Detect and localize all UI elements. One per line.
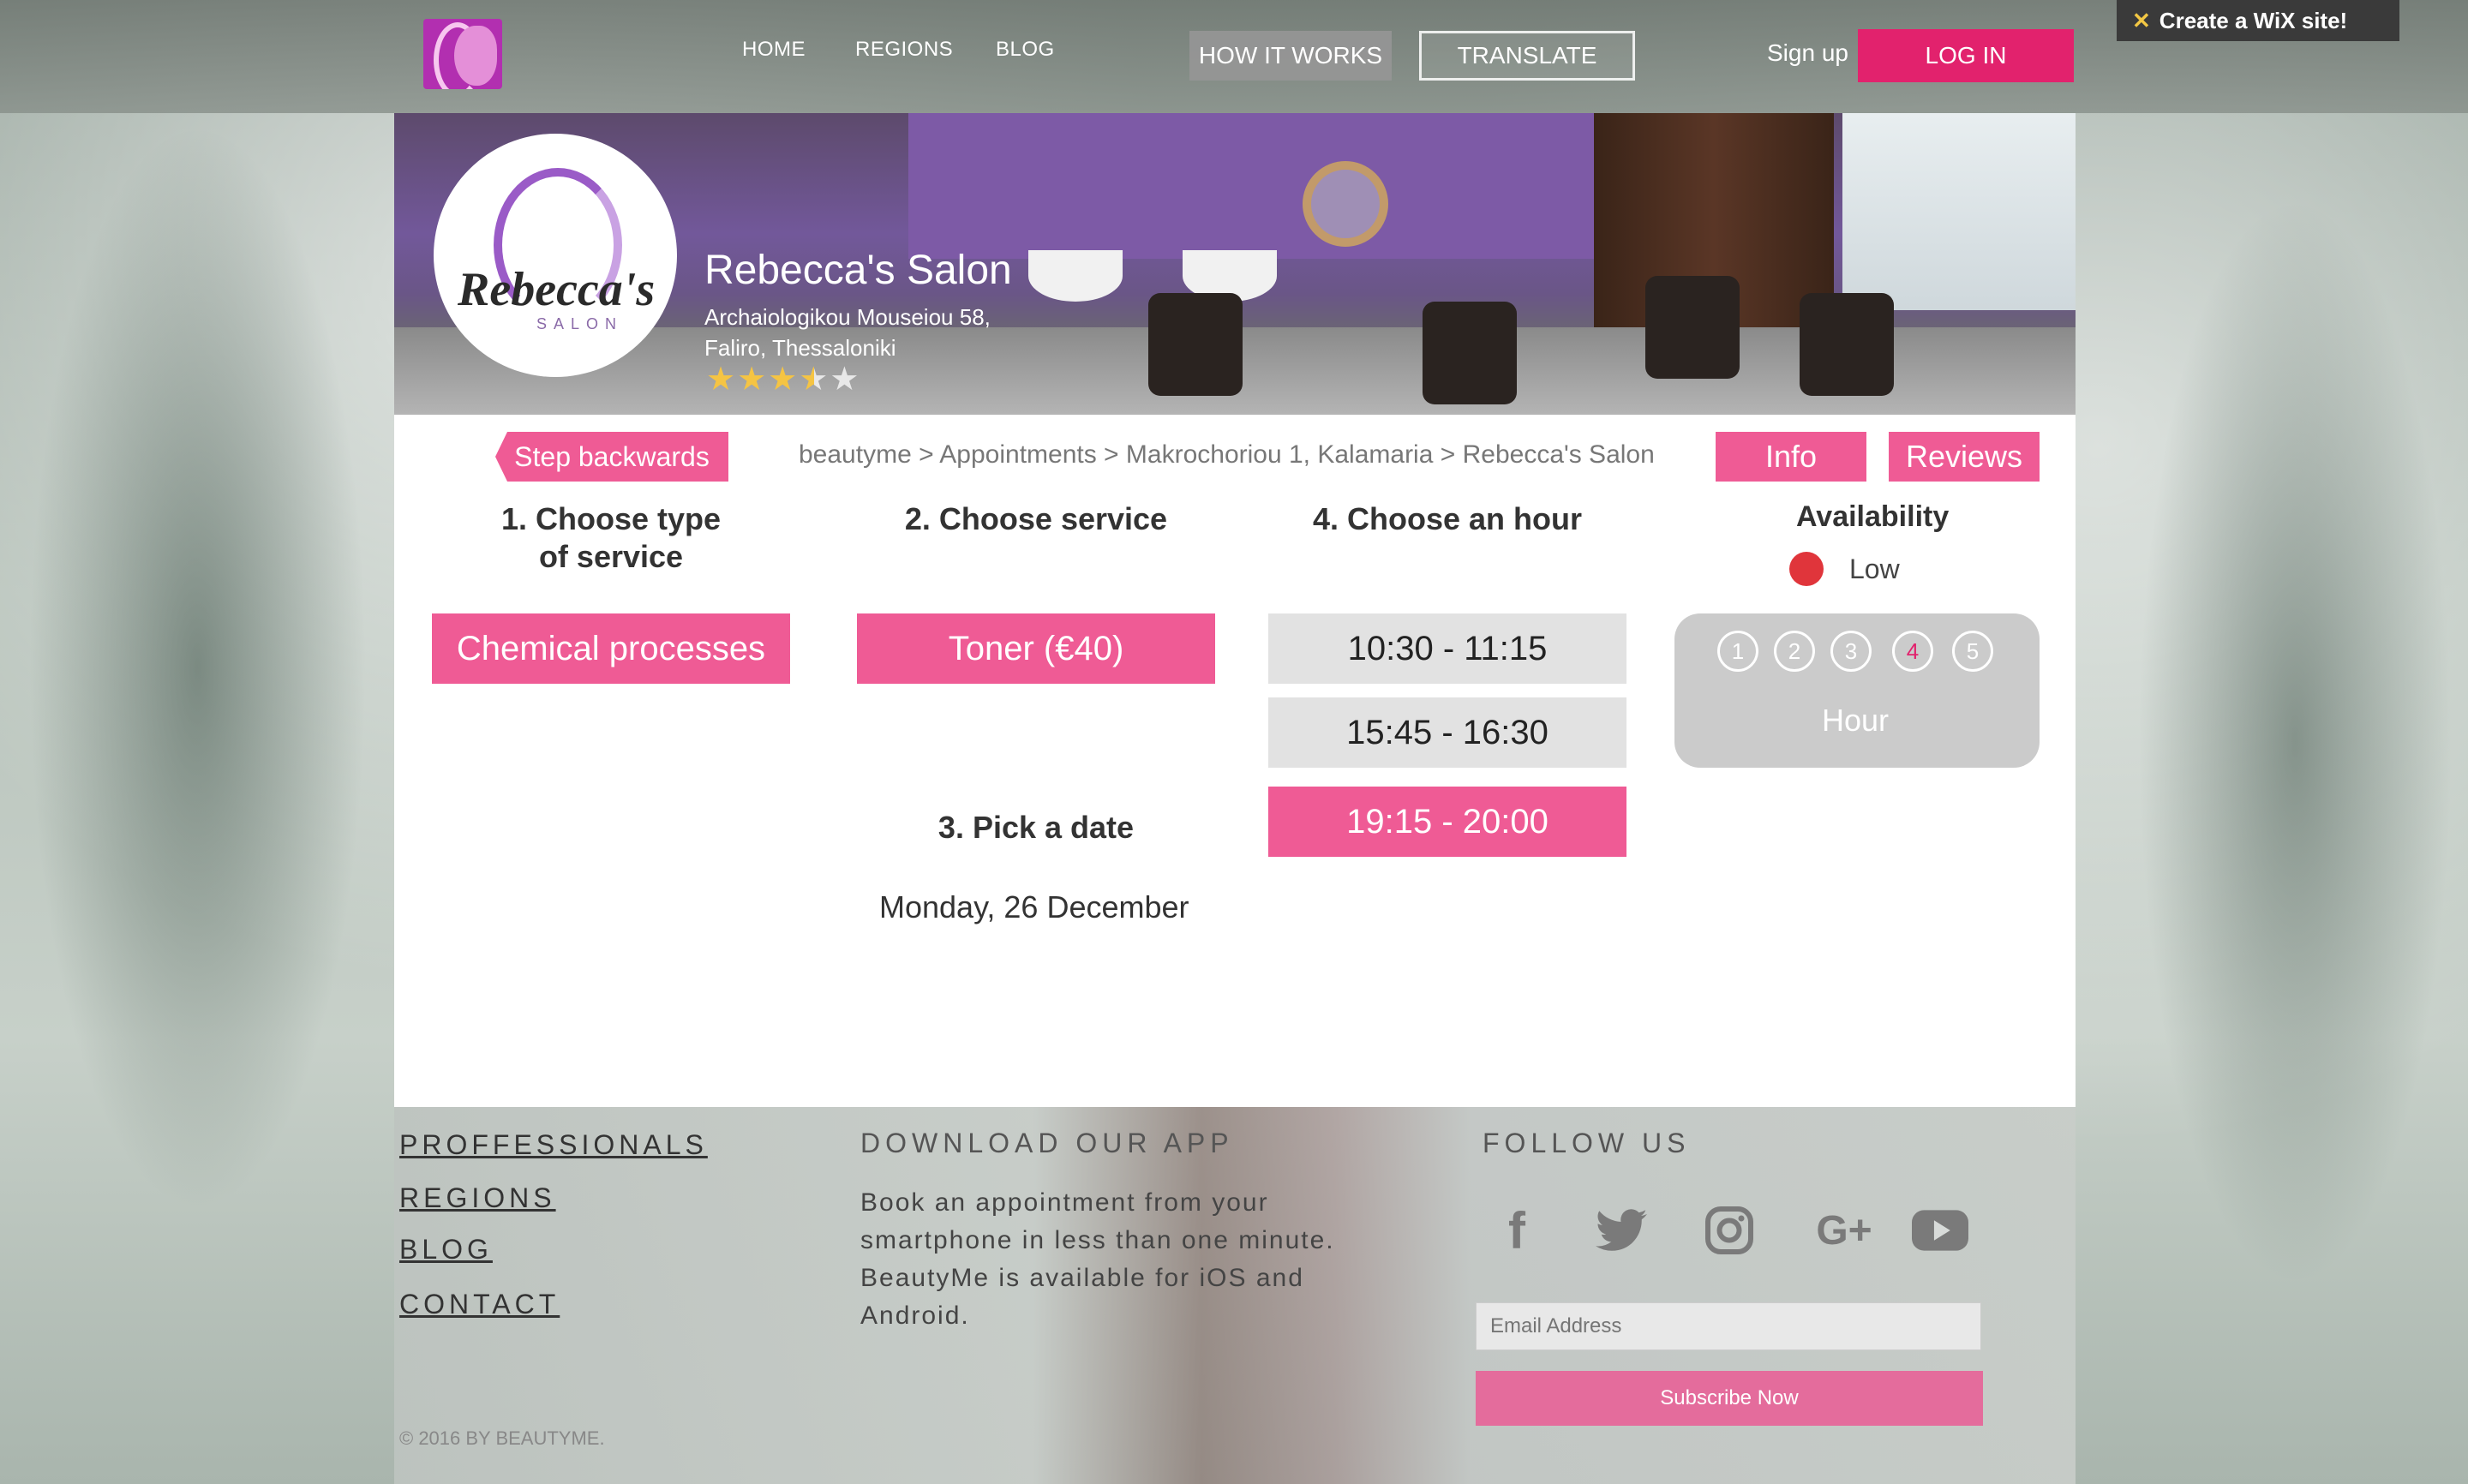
star-icon: ★	[768, 362, 800, 398]
info-button[interactable]: Info	[1716, 432, 1866, 482]
hour-label: Hour	[1822, 703, 1890, 738]
salon-address-line1: Archaiologikou Mouseiou 58,	[704, 304, 991, 330]
salon-name: Rebecca's Salon	[704, 248, 1012, 293]
hour-slot[interactable]: 10:30 - 11:15	[1268, 613, 1626, 684]
step3-heading: 3. Pick a date	[937, 810, 1135, 845]
subscribe-button[interactable]: Subscribe Now	[1476, 1371, 1983, 1426]
google-plus-icon[interactable]: G+	[1801, 1196, 1887, 1265]
footer-link-contact[interactable]: CONTACT	[399, 1289, 560, 1320]
footer-link-professionals[interactable]: PROFFESSIONALS	[399, 1129, 708, 1161]
wix-x-icon: ✕	[2132, 7, 2151, 33]
footer-link-regions[interactable]: REGIONS	[399, 1182, 556, 1214]
hour-number-3[interactable]: 3	[1830, 631, 1872, 672]
wix-banner-label: Create a WiX site!	[2159, 7, 2348, 33]
hour-number-2[interactable]: 2	[1774, 631, 1815, 672]
how-it-works-button[interactable]: HOW IT WORKS	[1189, 31, 1392, 81]
nav-blog-link[interactable]: BLOG	[996, 38, 1055, 62]
twitter-icon[interactable]	[1587, 1196, 1656, 1265]
youtube-icon[interactable]	[1906, 1196, 1974, 1265]
service-toner[interactable]: Toner (€40)	[857, 613, 1215, 684]
half-star-icon: ★	[799, 362, 830, 398]
step1-heading-line2: of service	[538, 539, 684, 574]
download-app-title: DOWNLOAD OUR APP	[860, 1128, 1234, 1158]
salon-logo-text: Rebecca's	[458, 263, 656, 316]
email-field[interactable]	[1476, 1302, 1981, 1350]
salon-rating: ★★★★★	[706, 360, 860, 398]
log-in-button[interactable]: LOG IN	[1858, 29, 2074, 82]
salon-logo: Rebecca's SALON	[434, 134, 677, 377]
reviews-button[interactable]: Reviews	[1889, 432, 2040, 482]
availability-indicator-dot	[1789, 552, 1824, 586]
hour-number-1[interactable]: 1	[1717, 631, 1758, 672]
salon-logo-subtext: SALON	[536, 315, 624, 332]
download-app-text: Book an appointment from your smartphone…	[860, 1188, 1335, 1330]
site-logo-icon[interactable]	[423, 19, 502, 89]
availability-level: Low	[1849, 554, 1900, 584]
translate-button[interactable]: TRANSLATE	[1419, 31, 1635, 81]
hour-number-4[interactable]: 4	[1892, 631, 1933, 672]
star-icon: ★	[737, 362, 769, 398]
star-icon: ★	[830, 362, 861, 398]
nav-home-link[interactable]: HOME	[742, 38, 806, 62]
facebook-icon[interactable]: f	[1483, 1196, 1551, 1265]
step-backwards-button[interactable]: Step backwards	[495, 432, 728, 482]
service-type-chemical-processes[interactable]: Chemical processes	[432, 613, 790, 684]
step2-heading: 2. Choose service	[904, 501, 1168, 536]
instagram-icon[interactable]	[1695, 1196, 1764, 1265]
hour-slot[interactable]: 15:45 - 16:30	[1268, 697, 1626, 768]
wix-banner[interactable]: ✕ Create a WiX site!	[2117, 0, 2399, 41]
sign-up-link[interactable]: Sign up	[1767, 39, 1848, 67]
salon-address: Archaiologikou Mouseiou 58, Faliro, Thes…	[704, 302, 1064, 363]
selected-date[interactable]: Monday, 26 December	[879, 889, 1189, 925]
copyright-text: © 2016 BY BEAUTYME.	[399, 1427, 605, 1449]
salon-address-line2: Faliro, Thessaloniki	[704, 335, 896, 361]
availability-title: Availability	[1796, 500, 1950, 533]
step1-heading: 1. Choose type of service	[432, 500, 790, 576]
star-icon: ★	[706, 362, 738, 398]
step1-heading-line1: 1. Choose type	[500, 501, 722, 536]
breadcrumb[interactable]: beautyme > Appointments > Makrochoriou 1…	[799, 440, 1655, 470]
hour-slot-selected[interactable]: 19:15 - 20:00	[1268, 787, 1626, 857]
follow-us-title: FOLLOW US	[1483, 1128, 1691, 1158]
hour-number-5[interactable]: 5	[1952, 631, 1993, 672]
footer-link-blog[interactable]: BLOG	[399, 1234, 493, 1266]
step4-heading: 4. Choose an hour	[1312, 501, 1583, 536]
nav-regions-link[interactable]: REGIONS	[855, 38, 953, 62]
